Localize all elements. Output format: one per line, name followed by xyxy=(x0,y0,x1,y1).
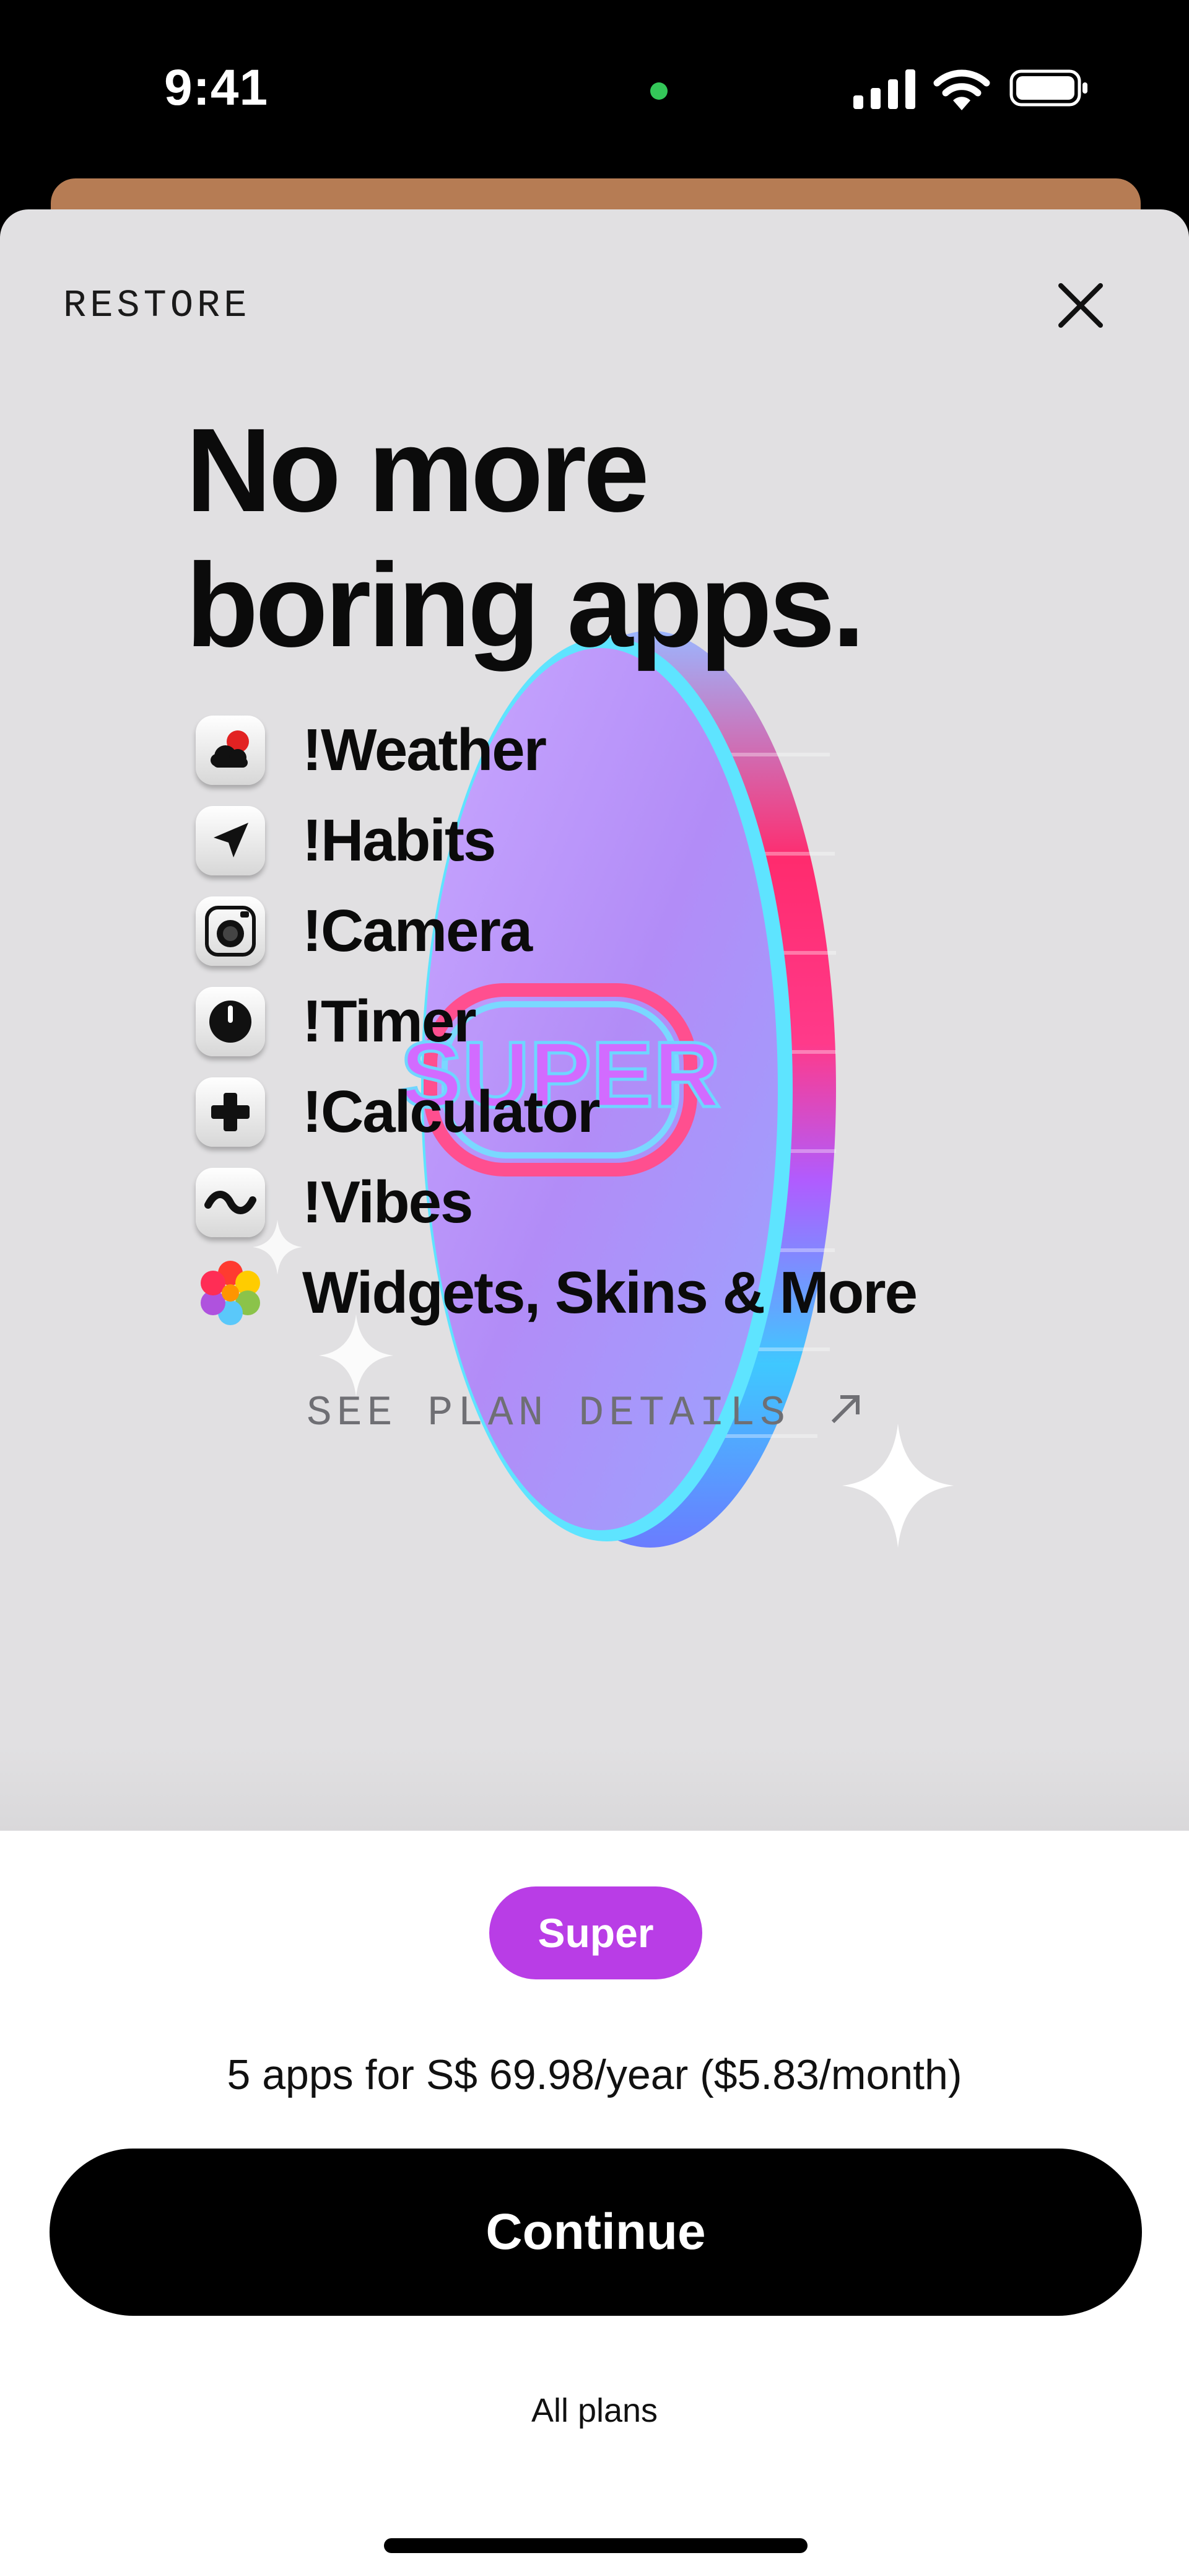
plan-details-label: SEE PLAN DETAILS xyxy=(307,1390,790,1437)
plan-badge: Super xyxy=(489,1886,702,1979)
sheet-fade xyxy=(0,1746,1189,1833)
feature-item-camera: !Camera xyxy=(196,886,917,976)
home-indicator[interactable] xyxy=(384,2538,808,2553)
screen: 9:41 RESTORE No more boring apps. SUPER … xyxy=(0,0,1189,2576)
all-plans-link[interactable]: All plans xyxy=(0,2391,1189,2430)
feature-label: !Habits xyxy=(302,807,496,874)
feature-label: !Vibes xyxy=(302,1169,473,1235)
feature-item-habits: !Habits xyxy=(196,795,917,886)
habits-arrow-icon xyxy=(196,806,265,875)
see-plan-details-link[interactable]: SEE PLAN DETAILS xyxy=(307,1390,864,1437)
price-text: 5 apps for S$ 69.98/year ($5.83/month) xyxy=(227,2051,962,2098)
feature-item-vibes: !Vibes xyxy=(196,1157,917,1248)
sparkle-icon xyxy=(842,1424,954,1548)
feature-item-timer: !Timer xyxy=(196,976,917,1067)
purchase-panel: Super 5 apps for S$ 69.98/year ($5.83/mo… xyxy=(0,1831,1189,2576)
feature-item-weather: !Weather xyxy=(196,705,917,795)
feature-label: Widgets, Skins & More xyxy=(302,1260,918,1326)
feature-label: !Timer xyxy=(302,988,477,1054)
feature-list: !Weather !Habits !Camera !Timer !Calcula… xyxy=(196,705,918,1338)
timer-icon xyxy=(196,987,265,1056)
headline-line-1: No more xyxy=(186,403,650,537)
feature-label: !Camera xyxy=(302,898,533,964)
arrow-up-right-icon xyxy=(831,1395,860,1424)
flower-icon xyxy=(196,1258,265,1328)
restore-button[interactable]: RESTORE xyxy=(63,284,250,328)
calculator-plus-icon xyxy=(196,1077,265,1147)
vibes-wave-icon xyxy=(196,1168,265,1237)
wifi-icon xyxy=(933,69,990,110)
feature-label: !Weather xyxy=(302,717,547,783)
status-time: 9:41 xyxy=(164,59,269,116)
weather-icon xyxy=(196,716,265,785)
page-title: No more boring apps. xyxy=(186,403,865,673)
feature-item-widgets: Widgets, Skins & More xyxy=(196,1248,918,1338)
cellular-signal-icon xyxy=(853,69,915,109)
privacy-indicator-dot xyxy=(650,82,668,100)
close-icon[interactable] xyxy=(1050,274,1112,336)
status-bar: 9:41 xyxy=(0,0,1189,180)
feature-label: !Calculator xyxy=(302,1079,600,1145)
camera-icon xyxy=(196,896,265,966)
battery-icon xyxy=(1009,69,1087,107)
continue-button[interactable]: Continue xyxy=(50,2149,1142,2316)
headline-line-2: boring apps. xyxy=(186,538,865,672)
feature-item-calculator: !Calculator xyxy=(196,1067,917,1157)
